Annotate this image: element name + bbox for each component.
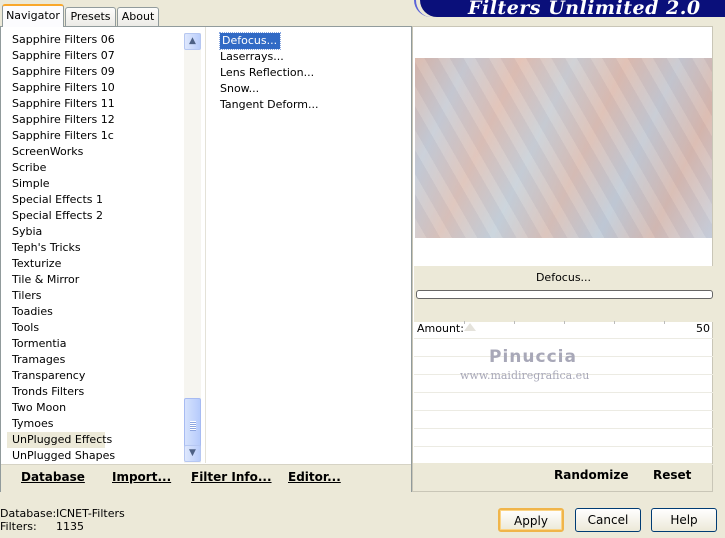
filter-item-label: Tangent Deform... (220, 98, 319, 111)
database-button[interactable]: Database (21, 470, 85, 484)
category-item[interactable]: Tymoes (7, 416, 183, 432)
category-item[interactable]: Sapphire Filters 1c (7, 128, 183, 144)
filter-item-label: Lens Reflection... (220, 66, 315, 79)
filter-list: Defocus... Laserrays... Lens Reflection...… (218, 32, 398, 113)
watermark-name: Pinuccia (489, 347, 577, 367)
amount-label: Amount: (417, 322, 464, 335)
category-item[interactable]: Sapphire Filters 09 (7, 64, 183, 80)
amount-value: 50 (696, 322, 710, 335)
slider-tick (614, 321, 615, 324)
tab-presets[interactable]: Presets (65, 7, 116, 26)
scroll-down-button[interactable]: ▼ (184, 445, 201, 462)
slider-thumb[interactable] (464, 323, 476, 331)
progress-bar (416, 290, 713, 299)
category-item[interactable]: Tools (7, 320, 183, 336)
scroll-up-button[interactable]: ▲ (184, 33, 201, 50)
category-item[interactable]: Sapphire Filters 07 (7, 48, 183, 64)
category-item[interactable]: Sapphire Filters 11 (7, 96, 183, 112)
category-item[interactable]: Teph's Tricks (7, 240, 183, 256)
chevron-up-icon: ▲ (189, 36, 196, 46)
category-item[interactable]: Tronds Filters (7, 384, 183, 400)
category-item[interactable]: Special Effects 1 (7, 192, 183, 208)
filters-info: Filters: 1135 (0, 520, 84, 533)
empty-parameter-row (414, 393, 713, 411)
category-item[interactable]: Transparency (7, 368, 183, 384)
editor-button[interactable]: Editor... (288, 470, 341, 484)
navigator-panel: Sapphire Filters 06 Sapphire Filters 07 Sa… (0, 26, 412, 492)
filter-info-button[interactable]: Filter Info... (191, 470, 272, 484)
chevron-down-icon: ▼ (189, 448, 196, 458)
app-title: Filters Unlimited 2.0 (468, 0, 701, 19)
category-item[interactable]: Simple (7, 176, 183, 192)
preview-panel: Defocus... Amount: 50 (412, 26, 713, 492)
filter-item[interactable]: Lens Reflection... (218, 65, 398, 81)
grip-icon (190, 421, 196, 431)
category-item[interactable]: Tramages (7, 352, 183, 368)
filter-item-label: Defocus... (218, 32, 282, 50)
filter-name-strip: Defocus... (414, 266, 713, 322)
database-info: Database: ICNET-Filters (0, 507, 125, 520)
category-list: Sapphire Filters 06 Sapphire Filters 07 Sa… (7, 32, 183, 464)
current-filter-name: Defocus... (535, 271, 592, 284)
filter-item-label: Laserrays... (220, 50, 284, 63)
filter-item[interactable]: Defocus... (218, 32, 398, 50)
category-item[interactable]: Sapphire Filters 12 (7, 112, 183, 128)
empty-parameter-row (414, 411, 713, 429)
category-item[interactable]: UnPlugged Shapes (7, 448, 183, 464)
filters-label: Filters: (0, 520, 37, 533)
slider-tick (514, 321, 515, 324)
preview-button-bar: Randomize Reset (413, 463, 712, 491)
cancel-button[interactable]: Cancel (575, 508, 641, 532)
navigator-button-bar: Database Import... Filter Info... Editor… (1, 464, 411, 492)
reset-button[interactable]: Reset (653, 468, 691, 482)
category-item[interactable]: Sapphire Filters 10 (7, 80, 183, 96)
category-item[interactable]: Scribe (7, 160, 183, 176)
category-item[interactable]: Tilers (7, 288, 183, 304)
filter-item-label: Snow... (220, 82, 260, 95)
amount-slider[interactable] (464, 321, 694, 331)
category-item[interactable]: Texturize (7, 256, 183, 272)
category-item[interactable]: ScreenWorks (7, 144, 183, 160)
filters-count: 1135 (56, 520, 84, 533)
slider-tick (564, 321, 565, 324)
filter-item[interactable]: Tangent Deform... (218, 97, 398, 113)
preview-image[interactable] (415, 58, 712, 238)
column-divider (205, 27, 206, 463)
category-item[interactable]: Sybia (7, 224, 183, 240)
category-item[interactable]: Tile & Mirror (7, 272, 183, 288)
category-item[interactable]: Two Moon (7, 400, 183, 416)
category-scrollbar[interactable]: ▲ ▼ (184, 33, 201, 463)
parameter-row[interactable]: Amount: 50 (414, 321, 713, 339)
import-button[interactable]: Import... (112, 470, 171, 484)
filter-item[interactable]: Laserrays... (218, 49, 398, 65)
apply-button[interactable]: Apply (498, 508, 564, 532)
category-item[interactable]: Tormentia (7, 336, 183, 352)
empty-parameter-row (414, 429, 713, 447)
help-button[interactable]: Help (651, 508, 717, 532)
category-item[interactable]: Special Effects 2 (7, 208, 183, 224)
tab-navigator[interactable]: Navigator (2, 4, 64, 27)
category-item[interactable]: Sapphire Filters 06 (7, 32, 183, 48)
watermark-url: www.maidiregrafica.eu (460, 369, 590, 382)
category-item[interactable]: Toadies (7, 304, 183, 320)
database-label: Database: (0, 507, 57, 520)
filter-item[interactable]: Snow... (218, 81, 398, 97)
database-value: ICNET-Filters (56, 507, 125, 520)
tab-about[interactable]: About (117, 7, 159, 26)
randomize-button[interactable]: Randomize (554, 468, 628, 482)
category-item[interactable]: UnPlugged Effects (7, 432, 112, 448)
slider-tick (664, 321, 665, 324)
